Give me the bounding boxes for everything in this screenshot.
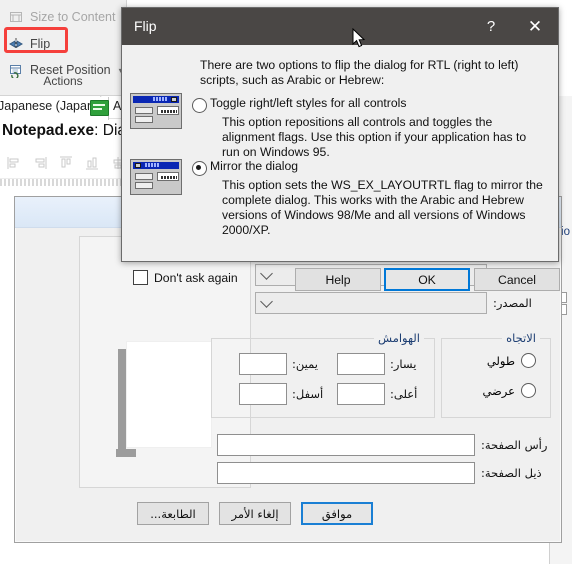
margin-top-label: أعلى: — [390, 387, 418, 401]
page-title-bold: Notepad.exe — [2, 122, 95, 139]
footer-label: ذيل الصفحة: — [481, 466, 542, 480]
checkbox-label: Don't ask again — [154, 270, 238, 285]
dont-ask-again-checkbox[interactable]: Don't ask again — [133, 270, 238, 285]
align-left-icon[interactable] — [6, 155, 22, 171]
ok-button[interactable]: OK — [384, 268, 470, 291]
radio-button[interactable] — [521, 353, 536, 368]
help-icon[interactable]: ? — [470, 8, 512, 45]
language-badge-icon[interactable] — [90, 100, 109, 116]
align-bottom-icon[interactable] — [84, 155, 100, 171]
margins-group-label: الهوامش — [374, 331, 424, 345]
align-right-icon[interactable] — [32, 155, 48, 171]
button-label: Cancel — [498, 272, 536, 287]
flip-icon — [8, 36, 24, 52]
button-label: موافق — [321, 506, 353, 521]
margin-bottom-input[interactable] — [239, 383, 287, 405]
ribbon-item-label: Size to Content — [30, 10, 116, 24]
flip-dialog-titlebar[interactable]: Flip ? ✕ — [122, 8, 558, 45]
radio-toggle-styles[interactable] — [192, 98, 207, 113]
margin-left-label: يسار: — [390, 357, 417, 371]
paper-shadow — [118, 349, 126, 449]
preview-titlebar — [133, 162, 179, 169]
margin-top-input[interactable] — [337, 383, 385, 405]
radio-label: طولي — [486, 353, 515, 368]
ribbon-group-title: Actions — [43, 74, 83, 88]
printer-button-arabic[interactable]: الطابعة... — [137, 502, 209, 525]
field-margin-right: يمين: — [239, 353, 326, 375]
dialog-rtl-preview-icon — [130, 159, 182, 195]
orientation-group: الاتجاه طولي عرضي — [441, 331, 551, 418]
ribbon-item-label: Flip — [30, 37, 51, 51]
ribbon-actions-group: Size to Content Flip Reset Position Acti… — [0, 0, 127, 95]
field-row-header: رأس الصفحة: — [216, 434, 551, 456]
button-label: OK — [418, 272, 436, 287]
margin-left-input[interactable] — [337, 353, 385, 375]
field-margin-bottom: أسفل: — [239, 383, 326, 405]
option-label-toggle-styles: Toggle right/left styles for all control… — [210, 96, 407, 110]
button-label: الطابعة... — [150, 506, 196, 521]
dialog-ltr-preview-icon — [130, 93, 182, 129]
header-label: رأس الصفحة: — [481, 438, 548, 452]
help-button[interactable]: Help — [295, 268, 381, 291]
field-row-footer: ذيل الصفحة: — [216, 462, 551, 484]
option-description-mirror-dialog: This option sets the WS_EX_LAYOUTRTL fla… — [222, 178, 543, 237]
field-margin-left: يسار: — [337, 353, 424, 375]
chevron-down-icon — [260, 295, 273, 308]
cancel-button[interactable]: Cancel — [474, 268, 560, 291]
header-input[interactable] — [217, 434, 475, 456]
margin-right-label: يمين: — [292, 357, 318, 371]
checkbox-box[interactable] — [133, 270, 148, 285]
cancel-button-arabic[interactable]: إلغاء الأمر — [219, 502, 291, 525]
close-icon[interactable]: ✕ — [514, 8, 556, 45]
source-label: المصدر: — [493, 296, 532, 310]
flip-dialog-body: There are two options to flip the dialog… — [122, 45, 560, 291]
orientation-group-label: الاتجاه — [502, 331, 540, 345]
tab-label: Japanese (Japan) — [0, 99, 99, 113]
paper-preview — [126, 341, 212, 448]
margin-bottom-label: أسفل: — [292, 387, 324, 401]
screen: Size to Content Flip Reset Position Acti… — [0, 0, 572, 564]
preview-titlebar — [133, 96, 179, 103]
flip-dialog: Flip ? ✕ There are two options to flip t… — [121, 7, 560, 291]
ribbon-item-flip[interactable]: Flip — [8, 33, 50, 55]
button-label: Help — [325, 272, 351, 287]
option-description-toggle-styles: This option repositions all controls and… — [222, 115, 527, 159]
margins-group: الهوامش يسار: يمين: أعلى: أسفل: — [211, 331, 435, 418]
mouse-cursor — [352, 27, 366, 49]
option-label-mirror-dialog: Mirror the dialog — [210, 159, 299, 173]
chevron-down-icon — [260, 267, 273, 280]
size-to-content-icon — [8, 9, 24, 25]
button-label: إلغاء الأمر — [231, 506, 279, 521]
radio-landscape[interactable]: عرضي — [482, 383, 536, 398]
page-title: Notepad.exe: Dia — [2, 122, 126, 140]
radio-label: عرضي — [482, 383, 515, 398]
ribbon-item-size-to-content[interactable]: Size to Content — [8, 6, 115, 28]
paper-shadow — [116, 449, 136, 457]
margin-right-input[interactable] — [239, 353, 287, 375]
align-top-icon[interactable] — [58, 155, 74, 171]
radio-portrait[interactable]: طولي — [487, 353, 536, 368]
field-margin-top: أعلى: — [337, 383, 424, 405]
field-row-source: المصدر: — [255, 292, 543, 314]
radio-button[interactable] — [521, 383, 536, 398]
footer-input[interactable] — [217, 462, 475, 484]
flip-dialog-title: Flip — [134, 18, 157, 34]
source-combobox[interactable] — [255, 292, 487, 314]
ok-button-arabic[interactable]: موافق — [301, 502, 373, 525]
flip-dialog-intro: There are two options to flip the dialog… — [200, 58, 519, 87]
radio-mirror-dialog[interactable] — [192, 161, 207, 176]
